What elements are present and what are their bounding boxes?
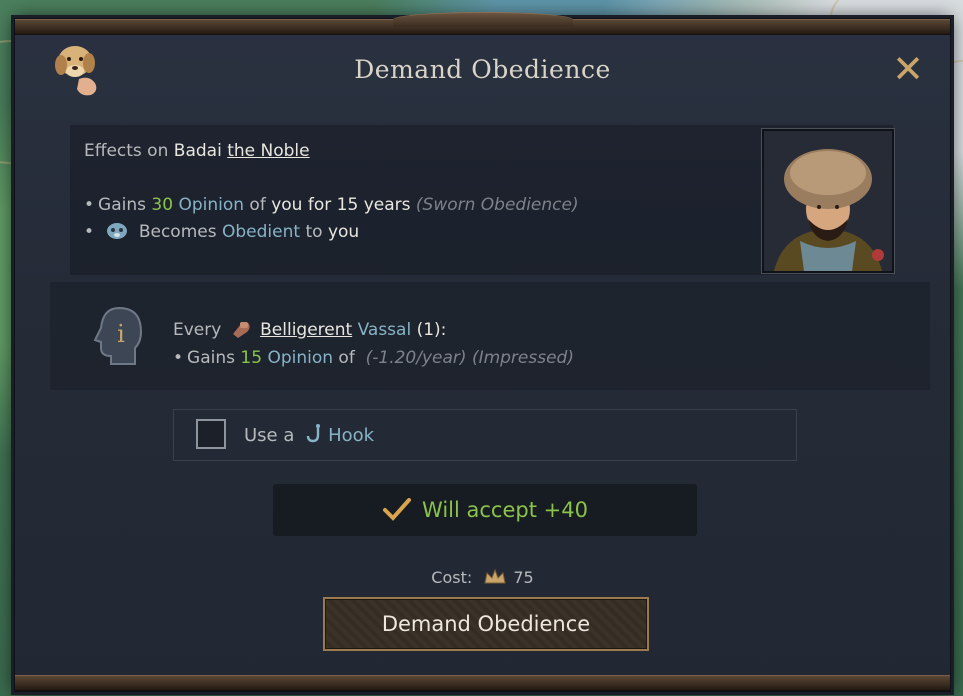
effect-line-opinion: • Gains 30 Opinion of you for 15 years (S… (84, 195, 579, 215)
obedient-icon (105, 221, 129, 241)
opinion-duration: for 15 years (307, 195, 411, 215)
obedient-link[interactable]: Obedient (222, 222, 300, 242)
close-icon[interactable]: ✕ (888, 49, 928, 89)
checkmark-icon (382, 497, 412, 523)
svg-text:i: i (117, 320, 125, 348)
dialog-title: Demand Obedience (354, 55, 611, 84)
demand-obedience-button[interactable]: Demand Obedience (323, 597, 649, 651)
vassal-effect-opinion: • Gains 15 Opinion of (-1.20/year) (Impre… (173, 348, 574, 368)
target-title-link[interactable]: the Noble (227, 141, 309, 161)
target-name[interactable]: Badai (174, 141, 222, 161)
acceptance-indicator: Will accept +40 (273, 484, 697, 536)
use-hook-toggle[interactable]: Use a Hook (173, 409, 797, 461)
prestige-crown-icon (483, 568, 507, 585)
secondary-effects-panel: i Every Belligerent Vassal (1): • Gains 1… (50, 282, 930, 390)
belligerent-trait-link[interactable]: Belligerent (260, 320, 352, 340)
effects-header: Effects on Badai the Noble (84, 141, 310, 161)
hook-checkbox[interactable] (196, 419, 226, 449)
cost-value: 75 (513, 568, 534, 587)
acceptance-text: Will accept +40 (422, 498, 588, 522)
opinion-reason: (Sworn Obedience) (415, 195, 579, 215)
opinion-link[interactable]: Opinion (178, 195, 244, 215)
demand-obedience-dialog: Demand Obedience ✕ Effects on Badai the … (14, 12, 951, 692)
hook-icon (306, 423, 326, 445)
top-frame-rail (15, 12, 950, 35)
effect-line-obedient: • Becomes Obedient to you (84, 221, 360, 242)
effects-prefix: Effects on (84, 141, 169, 161)
vassal-effect-header: Every Belligerent Vassal (1): (173, 318, 447, 340)
opinion-value: 30 (151, 195, 174, 215)
info-head-icon: i (93, 304, 145, 368)
vassal-opinion-link[interactable]: Opinion (267, 348, 333, 368)
bottom-frame-rail (15, 675, 950, 691)
character-portrait[interactable] (761, 128, 895, 274)
hook-label: Use a Hook (244, 423, 375, 446)
cost-line: Cost: 75 (431, 568, 534, 587)
belligerent-fist-icon (230, 318, 252, 340)
vassal-link[interactable]: Vassal (358, 320, 412, 340)
